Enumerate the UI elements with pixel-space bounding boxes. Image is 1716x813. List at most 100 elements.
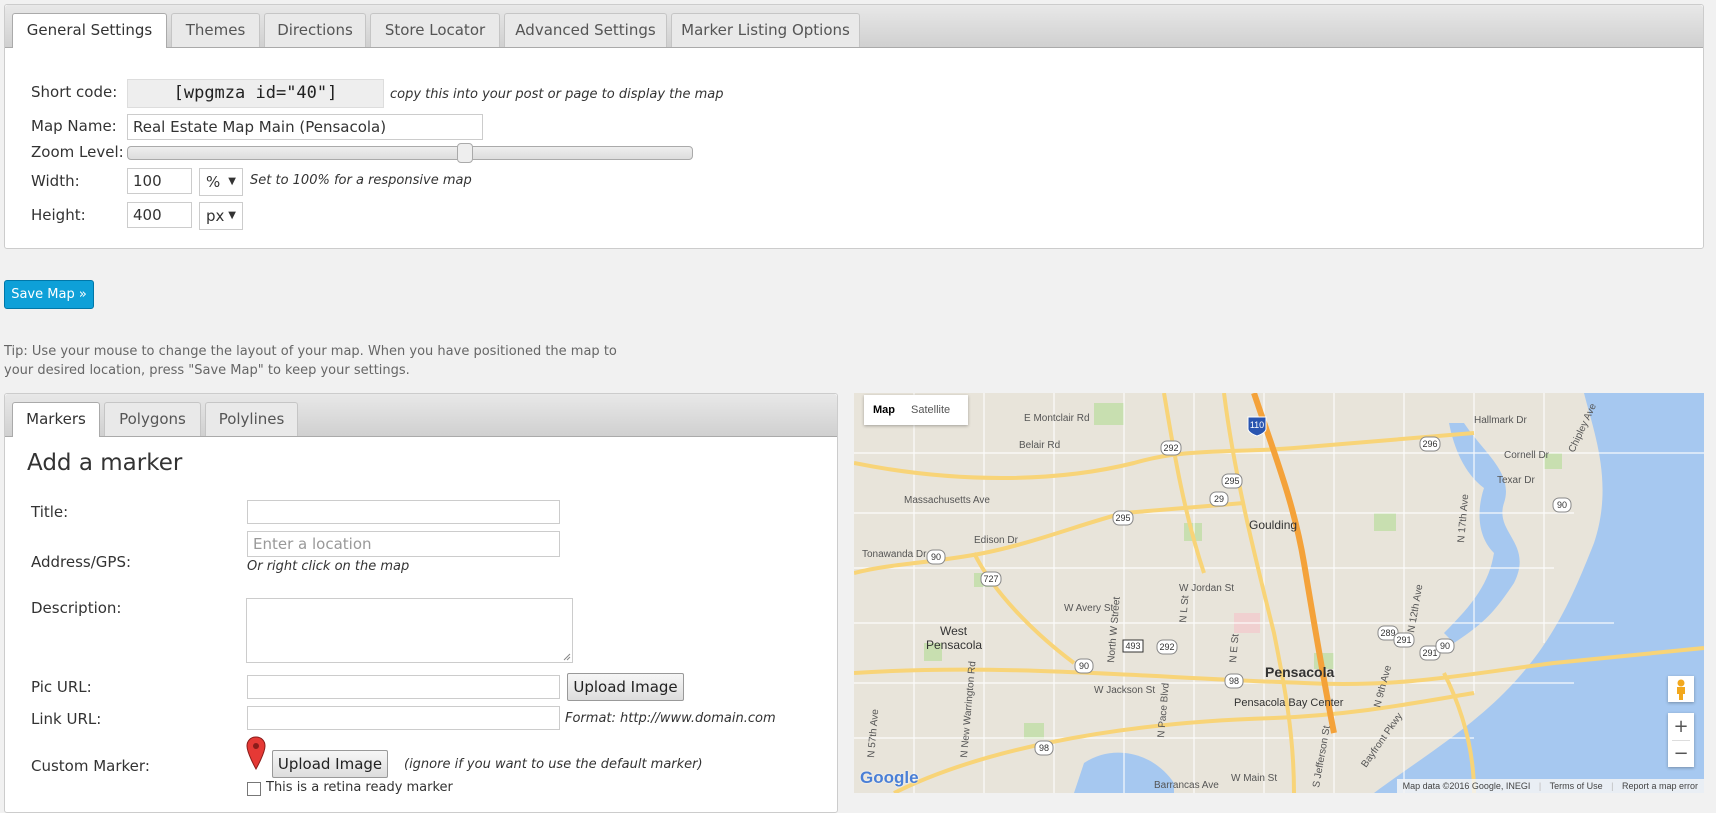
shield-label: 727 <box>983 574 998 584</box>
map-street-label: Tonawanda Dr <box>862 549 927 560</box>
map-street-label: N Pace Blvd <box>1156 682 1172 738</box>
map-street-label: Hallmark Dr <box>1474 415 1527 426</box>
height-label: Height: <box>31 206 86 224</box>
map-label-pensacola: Pensacola <box>1265 664 1334 680</box>
map-street-label: N New Warrington Rd <box>959 661 978 758</box>
map-street-label: N 12th Ave <box>1406 583 1425 633</box>
address-label: Address/GPS: <box>31 553 132 571</box>
resize-grip-icon[interactable] <box>563 653 571 661</box>
map-label-bay-center: Pensacola Bay Center <box>1234 697 1344 709</box>
tab-store-locator[interactable]: Store Locator <box>370 13 500 47</box>
map-street-label: W Jordan St <box>1179 583 1234 594</box>
map-street-label: Barrancas Ave <box>1154 780 1219 791</box>
terms-of-use-link[interactable]: Terms of Use <box>1550 781 1603 791</box>
pic-url-label: Pic URL: <box>31 678 92 696</box>
pic-url-input[interactable] <box>247 675 560 699</box>
description-textarea[interactable] <box>246 598 573 663</box>
tab-advanced-settings[interactable]: Advanced Settings <box>504 13 667 47</box>
map-street-label: Belair Rd <box>1019 440 1060 451</box>
map-name-input[interactable]: Real Estate Map Main (Pensacola) <box>127 114 483 140</box>
shield-110-label: 110 <box>1250 420 1264 430</box>
marker-upload-button[interactable]: Upload Image <box>272 750 388 778</box>
tab-polylines[interactable]: Polylines <box>205 402 298 436</box>
map-type-control: Map Satellite <box>864 395 968 425</box>
tab-polygons[interactable]: Polygons <box>104 402 201 436</box>
link-url-input[interactable] <box>247 706 560 730</box>
map-view[interactable]: 110 292 295 29 295 296 90 90 727 493 292… <box>854 393 1704 793</box>
shield-label: 291 <box>1422 648 1437 658</box>
retina-checkbox[interactable] <box>247 782 261 796</box>
map-street-label: N 9th Ave <box>1372 664 1394 709</box>
shortcode-label: Short code: <box>31 83 118 101</box>
shield-label: 90 <box>1440 641 1450 651</box>
park <box>1094 403 1124 425</box>
custom-marker-label: Custom Marker: <box>31 757 150 775</box>
title-label: Title: <box>31 503 69 521</box>
park <box>1374 513 1396 531</box>
height-input[interactable]: 400 <box>127 202 192 228</box>
map-street-label: W Avery St <box>1064 603 1113 614</box>
map-label-west-pensacola: West Pensacola <box>926 624 982 652</box>
chevron-down-icon: ▼ <box>228 210 236 221</box>
shield-label: 295 <box>1224 476 1239 486</box>
address-input[interactable]: Enter a location <box>247 531 560 557</box>
map-street-label: S Jefferson St <box>1311 725 1333 789</box>
width-label: Width: <box>31 172 80 190</box>
shield-label: 98 <box>1229 676 1239 686</box>
map-street-label: Bayfront Pkwy <box>1359 711 1405 770</box>
map-street-label: Massachusetts Ave <box>904 495 990 506</box>
map-type-map-button[interactable]: Map <box>873 404 895 416</box>
width-unit-select[interactable]: % ▼ <box>199 168 243 196</box>
shortcode-field[interactable]: [wpgmza id="40"] <box>127 79 384 108</box>
marker-pin-icon <box>246 736 266 770</box>
map-zoom-control: + − <box>1668 713 1694 767</box>
pic-upload-button[interactable]: Upload Image <box>567 673 684 701</box>
map-street-label: Cornell Dr <box>1504 450 1550 461</box>
pegman-icon <box>1677 679 1685 700</box>
zoom-level-slider[interactable] <box>127 143 693 163</box>
retina-label: This is a retina ready marker <box>266 780 453 795</box>
tab-themes[interactable]: Themes <box>171 13 260 47</box>
zoom-out-icon[interactable]: − <box>1668 740 1694 767</box>
zoom-in-icon[interactable]: + <box>1668 713 1694 740</box>
save-map-button[interactable]: Save Map » <box>4 280 94 309</box>
shield-label: 295 <box>1115 513 1130 523</box>
custom-marker-hint: (ignore if you want to use the default m… <box>404 757 703 772</box>
height-unit-value: px <box>206 207 225 225</box>
map-label-line: West <box>940 624 968 638</box>
shield-label: 90 <box>1557 500 1567 510</box>
width-hint: Set to 100% for a responsive map <box>250 173 472 188</box>
divider: | <box>1611 781 1614 791</box>
map-type-satellite-button[interactable]: Satellite <box>911 404 950 416</box>
street-view-control[interactable] <box>1668 676 1694 702</box>
map-street-label: N 17th Ave <box>1456 493 1471 543</box>
shield-label: 291 <box>1396 635 1411 645</box>
shield-label: 292 <box>1159 642 1174 652</box>
marker-tab-bar: Markers Polygons Polylines <box>5 394 837 437</box>
width-input[interactable]: 100 <box>127 168 192 194</box>
report-map-error-link[interactable]: Report a map error <box>1622 781 1698 791</box>
map-label-line: Pensacola <box>926 638 982 652</box>
map-name-label: Map Name: <box>31 117 117 135</box>
title-input[interactable] <box>247 500 560 524</box>
chevron-down-icon: ▼ <box>228 176 236 187</box>
tab-general-settings[interactable]: General Settings <box>12 13 167 48</box>
shield-label: 29 <box>1214 494 1224 504</box>
map-canvas[interactable]: 110 292 295 29 295 296 90 90 727 493 292… <box>854 393 1704 793</box>
tab-markers[interactable]: Markers <box>12 402 100 437</box>
shortcode-hint: copy this into your post or page to disp… <box>390 87 724 102</box>
divider: | <box>1538 781 1542 791</box>
link-url-hint: Format: http://www.domain.com <box>565 711 776 726</box>
shield-label: 90 <box>1079 661 1089 671</box>
map-attribution-bar: Map data ©2016 Google, INEGI | Terms of … <box>1396 779 1704 793</box>
google-logo[interactable]: Google <box>860 768 919 788</box>
shield-label: 296 <box>1422 439 1437 449</box>
height-unit-select[interactable]: px ▼ <box>199 202 243 230</box>
tab-directions[interactable]: Directions <box>264 13 366 47</box>
map-data-attribution: Map data ©2016 Google, INEGI <box>1402 781 1531 791</box>
map-street-label: N 57th Ave <box>866 708 881 758</box>
tab-marker-listing-options[interactable]: Marker Listing Options <box>671 13 860 47</box>
tip-text: Tip: Use your mouse to change the layout… <box>4 344 617 378</box>
zoom-slider-handle[interactable] <box>457 143 473 163</box>
width-unit-value: % <box>206 173 221 191</box>
